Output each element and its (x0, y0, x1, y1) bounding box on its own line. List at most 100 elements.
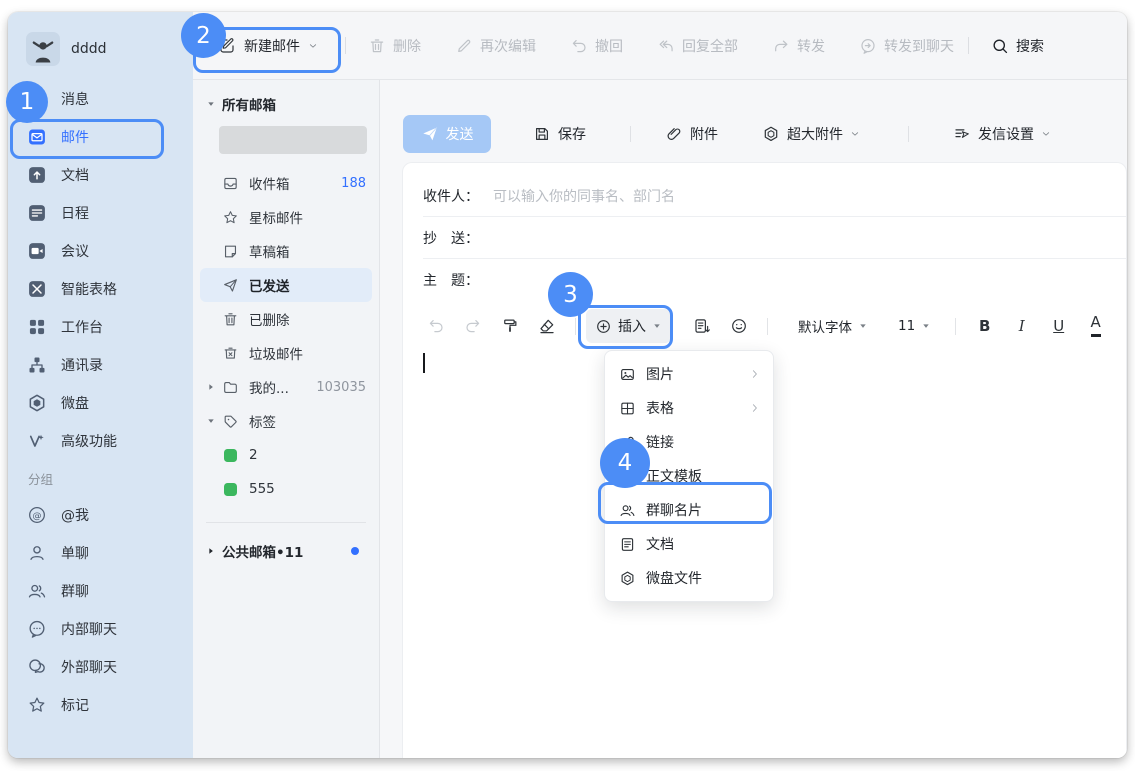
sidebar-item-mail[interactable]: 邮件 (8, 118, 193, 156)
sidebar-item-external-chat[interactable]: 外部聊天 (8, 648, 193, 686)
reply-all-button[interactable]: 回复全部 (657, 36, 738, 56)
bold-button[interactable]: B (966, 311, 1003, 341)
user-avatar[interactable] (26, 32, 60, 66)
menu-item-label: 链接 (646, 432, 674, 452)
user-row[interactable]: dddd (8, 12, 193, 80)
edit-icon (455, 37, 473, 55)
font-color-button[interactable]: A (1077, 311, 1114, 341)
plus-circle-icon (595, 318, 612, 335)
sidebar-item-messages[interactable]: 消息 (8, 80, 193, 118)
menu-item-drive-file[interactable]: 微盘文件 (605, 561, 773, 595)
meeting-icon (27, 241, 47, 261)
folder-label: 收件箱 (249, 173, 290, 193)
recipient-field[interactable]: 收件人： 可以输入你的同事名、部门名 (423, 175, 1126, 217)
sidebar-item-docs[interactable]: 文档 (8, 156, 193, 194)
submenu-chevron-icon (749, 402, 761, 414)
send-button[interactable]: 发送 (403, 115, 491, 153)
sidebar-item-contacts[interactable]: 通讯录 (8, 346, 193, 384)
sidebar-item-meeting[interactable]: 会议 (8, 232, 193, 270)
folder-spam[interactable]: 垃圾邮件 (193, 336, 379, 370)
new-mail-button[interactable]: 新建邮件 (205, 26, 331, 66)
cc-field[interactable]: 抄 送： (423, 217, 1126, 259)
compose-area: 发送 保存 附件 超大附件 发信设置 收件人： 可以输入你的同事名、部门名 抄 … (380, 80, 1127, 758)
sidebar-item-at-me[interactable]: @@我 (8, 496, 193, 534)
menu-item-table[interactable]: 表格 (605, 391, 773, 425)
forward-button[interactable]: 转发 (772, 36, 825, 56)
font-size-select[interactable]: 11 (898, 318, 931, 334)
caret-right-icon[interactable] (206, 546, 216, 556)
redo-button[interactable] (454, 311, 491, 341)
format-painter-button[interactable] (491, 311, 528, 341)
mail-toolbar: 新建邮件 删除 再次编辑 撤回 回复全部 转发 转发到聊天 搜索 (193, 12, 1127, 80)
caret-right-icon[interactable] (206, 382, 216, 392)
redo-icon (464, 317, 482, 335)
delete-button[interactable]: 删除 (368, 36, 421, 56)
folder-sent[interactable]: 已发送 (200, 268, 372, 302)
font-family-value: 默认字体 (798, 316, 852, 336)
tag-label: 555 (249, 481, 275, 497)
folder-inbox[interactable]: 收件箱 188 (193, 166, 379, 200)
insert-button[interactable]: 插入 (586, 309, 671, 343)
template-download-icon (693, 317, 711, 335)
sidebar-item-label: 群聊 (61, 581, 89, 601)
subject-field[interactable]: 主 题： (423, 259, 1126, 301)
underline-button[interactable]: U (1040, 311, 1077, 341)
menu-item-link[interactable]: 链接 (605, 425, 773, 459)
sidebar-item-label: 工作台 (61, 317, 103, 337)
public-mailbox-row[interactable]: 公共邮箱•11 (193, 539, 379, 563)
all-mailboxes-row[interactable]: 所有邮箱 (193, 94, 379, 114)
sidebar-item-sheet[interactable]: 智能表格 (8, 270, 193, 308)
undo-button[interactable] (417, 311, 454, 341)
sidebar-item-calendar[interactable]: 日程 (8, 194, 193, 232)
send-plane-icon (421, 125, 439, 143)
workbench-icon (27, 317, 47, 337)
emoji-button[interactable] (720, 311, 757, 341)
calendar-icon (27, 203, 47, 223)
tag-color-swatch (224, 483, 237, 496)
sidebar-item-drive[interactable]: 微盘 (8, 384, 193, 422)
insert-template-button[interactable] (683, 311, 720, 341)
send-settings-button[interactable]: 发信设置 (953, 124, 1051, 144)
menu-item-label: 群聊名片 (646, 500, 702, 520)
caret-down-icon[interactable] (206, 416, 216, 426)
folder-drafts[interactable]: 草稿箱 (193, 234, 379, 268)
clear-format-button[interactable] (528, 311, 565, 341)
folder-tags[interactable]: 标签 (193, 404, 379, 438)
menu-item-image[interactable]: 图片 (605, 357, 773, 391)
folder-my[interactable]: 我的...103035 (193, 370, 379, 404)
chevron-down-icon (1041, 129, 1051, 139)
search-button[interactable]: 搜索 (991, 36, 1044, 56)
save-button[interactable]: 保存 (533, 124, 586, 144)
folder-label: 标签 (249, 411, 276, 431)
sidebar-item-workbench[interactable]: 工作台 (8, 308, 193, 346)
font-family-select[interactable]: 默认字体 (798, 316, 868, 336)
table-icon (619, 400, 636, 417)
sidebar-item-single-chat[interactable]: 单聊 (8, 534, 193, 572)
attachment-button[interactable]: 附件 (665, 124, 718, 144)
folder-deleted[interactable]: 已删除 (193, 302, 379, 336)
sidebar-item-flagged[interactable]: 标记 (8, 686, 193, 724)
folder-starred[interactable]: 星标邮件 (193, 200, 379, 234)
sidebar-item-group-chat[interactable]: 群聊 (8, 572, 193, 610)
sidebar-item-label: 单聊 (61, 543, 89, 563)
edit-again-button[interactable]: 再次编辑 (455, 36, 536, 56)
tag-item[interactable]: 2 (193, 438, 379, 472)
menu-item-group-card[interactable]: 群聊名片 (605, 493, 773, 527)
sidebar-item-advanced[interactable]: 高级功能 (8, 422, 193, 460)
large-attachment-button[interactable]: 超大附件 (762, 124, 860, 144)
sidebar-item-internal-chat[interactable]: 内部聊天 (8, 610, 193, 648)
tag-item[interactable]: 555 (193, 472, 379, 506)
people-icon (27, 581, 47, 601)
unread-count: 188 (341, 176, 366, 191)
menu-item-label: 图片 (646, 364, 674, 384)
sidebar-item-label: 外部聊天 (61, 657, 117, 677)
menu-item-template[interactable]: 正文模板 (605, 459, 773, 493)
left-sidebar: dddd 消息 邮件 文档 日程 会议 智能表格 工作台 通讯录 微盘 高级功能… (8, 12, 193, 758)
italic-button[interactable]: I (1003, 311, 1040, 341)
recall-button[interactable]: 撤回 (570, 36, 623, 56)
star-icon (222, 209, 239, 226)
chats-icon (27, 657, 47, 677)
chevron-down-icon (850, 129, 860, 139)
menu-item-doc[interactable]: 文档 (605, 527, 773, 561)
forward-to-chat-button[interactable]: 转发到聊天 (859, 36, 954, 56)
